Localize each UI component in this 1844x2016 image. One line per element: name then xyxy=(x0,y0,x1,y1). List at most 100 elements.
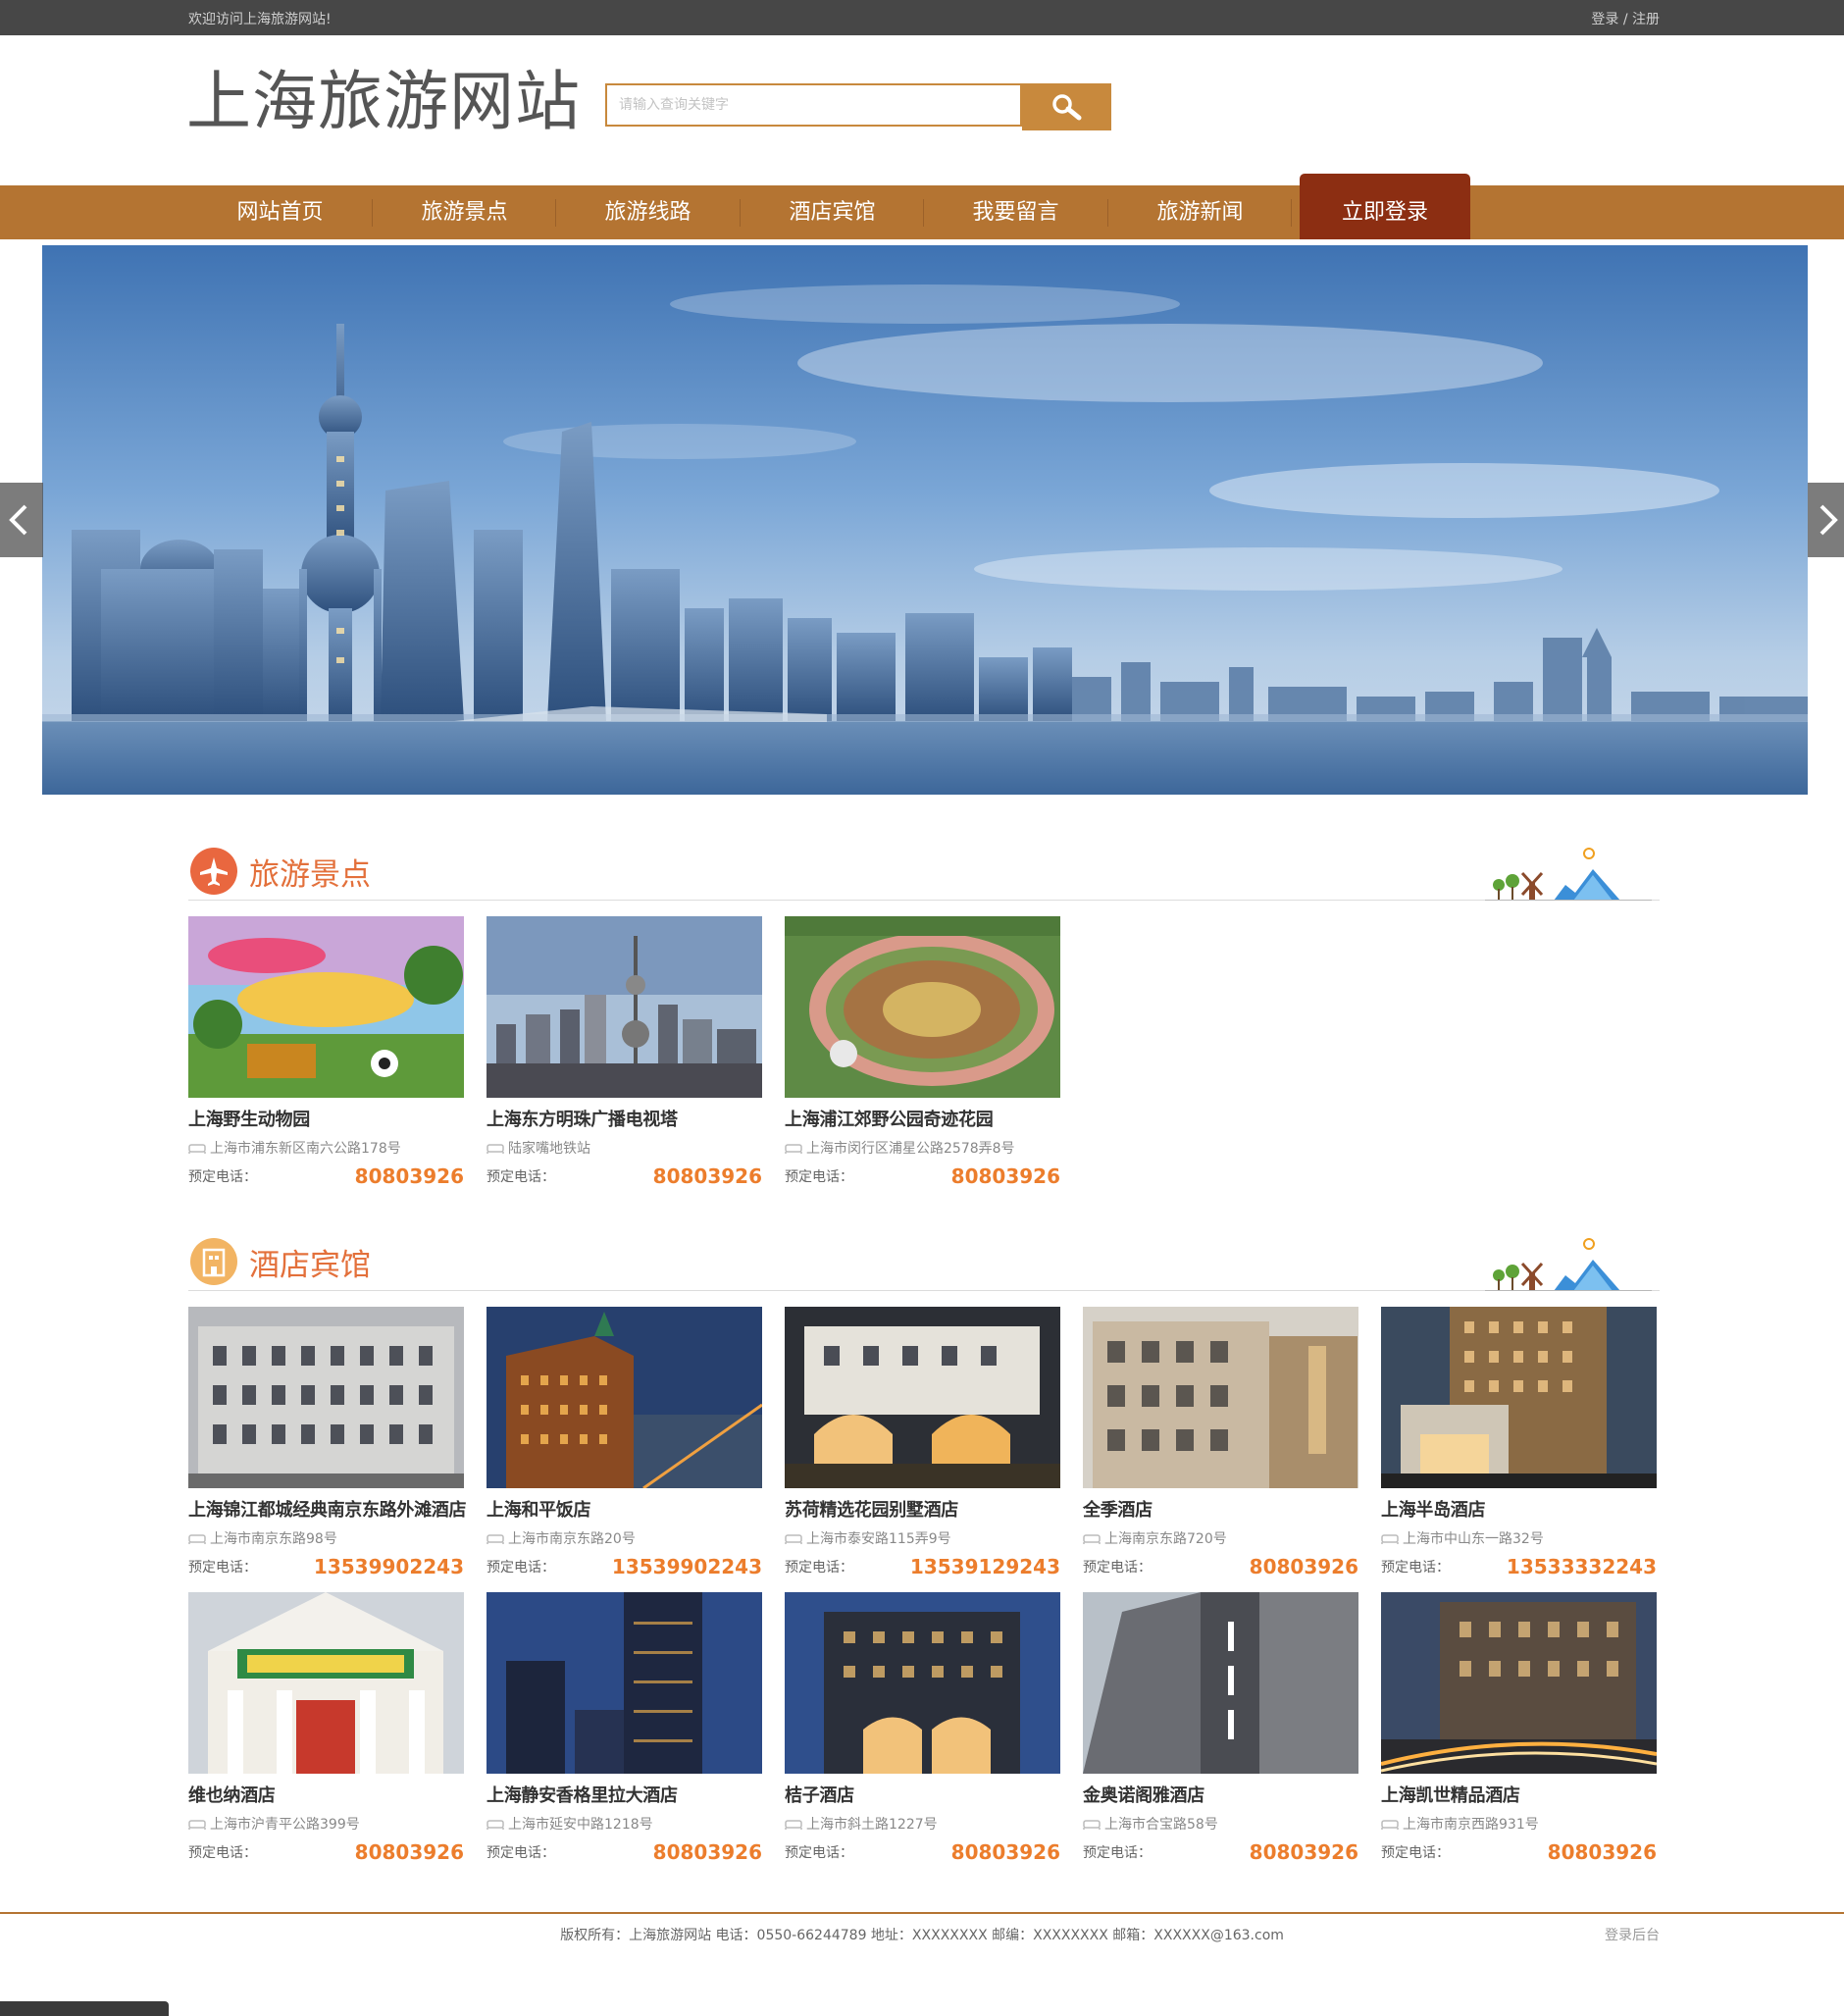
phone-number: 80803926 xyxy=(652,1164,762,1188)
hotel-address: 上海市南京东路20号 xyxy=(487,1528,762,1550)
auth-links: 登录 / 注册 xyxy=(1591,9,1660,28)
spot-name[interactable]: 上海野生动物园 xyxy=(188,1108,464,1133)
hotel-image[interactable] xyxy=(487,1307,762,1488)
hotel-address: 上海市南京西路931号 xyxy=(1381,1814,1657,1835)
nav-item-routes[interactable]: 旅游线路 xyxy=(556,185,740,239)
hotel-name[interactable]: 上海半岛酒店 xyxy=(1381,1498,1657,1524)
register-link[interactable]: 注册 xyxy=(1632,12,1660,27)
bed-icon xyxy=(1083,1820,1101,1830)
search-input[interactable] xyxy=(607,85,1020,125)
search-button[interactable] xyxy=(1022,83,1111,130)
spot-address: 上海市闵行区浦星公路2578弄8号 xyxy=(785,1138,1060,1160)
spot-image-zoo[interactable] xyxy=(188,916,464,1098)
spot-card: 上海东方明珠广播电视塔 陆家嘴地铁站 预定电话： 80803926 xyxy=(487,916,762,1190)
phone-number: 80803926 xyxy=(652,1840,762,1864)
spot-address: 上海市浦东新区南六公路178号 xyxy=(188,1138,464,1160)
phone-number: 80803926 xyxy=(354,1840,464,1864)
hotel-image[interactable] xyxy=(785,1307,1060,1488)
footer-divider xyxy=(0,1912,1844,1914)
hotel-name[interactable]: 上海和平饭店 xyxy=(487,1498,762,1524)
hotel-image[interactable] xyxy=(188,1592,464,1774)
hotel-image[interactable] xyxy=(1083,1307,1358,1488)
phone-label: 预定电话： xyxy=(785,1845,853,1861)
hotel-card: 上海和平饭店 上海市南京东路20号 预定电话： 13539902243 xyxy=(487,1307,762,1580)
hotel-phone: 预定电话： 80803926 xyxy=(487,1838,762,1866)
hotel-name[interactable]: 上海凯世精品酒店 xyxy=(1381,1783,1657,1809)
spot-card: 上海野生动物园 上海市浦东新区南六公路178号 预定电话： 80803926 xyxy=(188,916,464,1190)
hotel-name[interactable]: 金奥诺阁雅酒店 xyxy=(1083,1783,1358,1809)
login-link[interactable]: 登录 xyxy=(1591,12,1618,27)
hotel-phone: 预定电话： 80803926 xyxy=(1381,1838,1657,1866)
bed-icon xyxy=(1083,1534,1101,1544)
address-text: 上海市南京东路98号 xyxy=(210,1531,337,1547)
browser-status-bar xyxy=(0,2001,169,2016)
nav-item-login[interactable]: 立即登录 xyxy=(1300,174,1470,239)
hotel-phone: 预定电话： 80803926 xyxy=(1083,1553,1358,1580)
address-text: 上海市南京西路931号 xyxy=(1403,1817,1539,1833)
banner-prev-button[interactable] xyxy=(0,483,43,557)
nav-item-home[interactable]: 网站首页 xyxy=(188,185,372,239)
bed-icon xyxy=(1381,1820,1399,1830)
hotel-name[interactable]: 全季酒店 xyxy=(1083,1498,1358,1524)
nav-item-messages[interactable]: 我要留言 xyxy=(924,185,1107,239)
bed-icon xyxy=(487,1820,504,1830)
phone-number: 80803926 xyxy=(1249,1840,1358,1864)
hotel-address: 上海市泰安路115弄9号 xyxy=(785,1528,1060,1550)
banner-next-button[interactable] xyxy=(1808,483,1844,557)
address-text: 上海市浦东新区南六公路178号 xyxy=(210,1141,401,1157)
hotel-image[interactable] xyxy=(785,1592,1060,1774)
hotel-phone: 预定电话： 80803926 xyxy=(785,1838,1060,1866)
hotel-address: 上海市中山东一路32号 xyxy=(1381,1528,1657,1550)
address-text: 上海市闵行区浦星公路2578弄8号 xyxy=(806,1141,1015,1157)
phone-number: 13539902243 xyxy=(313,1555,464,1578)
bed-icon xyxy=(785,1820,802,1830)
section-title: 酒店宾馆 xyxy=(249,1248,371,1283)
phone-number: 80803926 xyxy=(950,1840,1060,1864)
hotel-image[interactable] xyxy=(1381,1307,1657,1488)
phone-number: 80803926 xyxy=(1249,1555,1358,1578)
hotel-phone: 预定电话： 13539902243 xyxy=(188,1553,464,1580)
shanghai-skyline-image xyxy=(42,245,1808,795)
search-field xyxy=(605,83,1022,127)
bed-icon xyxy=(487,1534,504,1544)
address-text: 上海市泰安路115弄9号 xyxy=(806,1531,951,1547)
address-text: 上海市南京东路20号 xyxy=(508,1531,636,1547)
hotel-image[interactable] xyxy=(1083,1592,1358,1774)
spot-name[interactable]: 上海浦江郊野公园奇迹花园 xyxy=(785,1108,1060,1133)
phone-label: 预定电话： xyxy=(1381,1560,1450,1576)
hotel-name[interactable]: 苏荷精选花园别墅酒店 xyxy=(785,1498,1060,1524)
phone-label: 预定电话： xyxy=(188,1169,257,1185)
admin-login-link[interactable]: 登录后台 xyxy=(1605,1925,1660,1944)
hotel-phone: 预定电话： 13539902243 xyxy=(487,1553,762,1580)
address-text: 陆家嘴地铁站 xyxy=(508,1141,590,1157)
phone-label: 预定电话： xyxy=(1083,1560,1152,1576)
hotel-name[interactable]: 上海锦江都城经典南京东路外滩酒店 xyxy=(188,1498,467,1524)
site-logo[interactable]: 上海旅游网站 xyxy=(186,63,581,141)
hotel-name[interactable]: 维也纳酒店 xyxy=(188,1783,464,1809)
hotel-image[interactable] xyxy=(188,1307,464,1488)
phone-number: 80803926 xyxy=(950,1164,1060,1188)
scenery-decoration-icon xyxy=(1485,848,1652,901)
bed-icon xyxy=(785,1534,802,1544)
spot-image-garden[interactable] xyxy=(785,916,1060,1098)
hotel-name[interactable]: 上海静安香格里拉大酒店 xyxy=(487,1783,762,1809)
hero-banner[interactable] xyxy=(42,245,1808,795)
chevron-left-icon xyxy=(9,504,27,536)
hotel-image[interactable] xyxy=(1381,1592,1657,1774)
bed-icon xyxy=(188,1534,206,1544)
nav-item-news[interactable]: 旅游新闻 xyxy=(1108,185,1292,239)
airplane-icon xyxy=(190,848,237,895)
phone-label: 预定电话： xyxy=(785,1560,853,1576)
bed-icon xyxy=(1381,1534,1399,1544)
spot-image-pearl-tower[interactable] xyxy=(487,916,762,1098)
welcome-text: 欢迎访问上海旅游网站! xyxy=(188,12,332,27)
chevron-right-icon xyxy=(1819,504,1838,536)
hotel-card: 上海静安香格里拉大酒店 上海市延安中路1218号 预定电话： 80803926 xyxy=(487,1592,762,1866)
hotel-address: 上海南京东路720号 xyxy=(1083,1528,1358,1550)
hotel-card: 桔子酒店 上海市斜土路1227号 预定电话： 80803926 xyxy=(785,1592,1060,1866)
nav-item-spots[interactable]: 旅游景点 xyxy=(373,185,556,239)
hotel-name[interactable]: 桔子酒店 xyxy=(785,1783,1060,1809)
spot-name[interactable]: 上海东方明珠广播电视塔 xyxy=(487,1108,762,1133)
nav-item-hotels[interactable]: 酒店宾馆 xyxy=(741,185,924,239)
hotel-image[interactable] xyxy=(487,1592,762,1774)
